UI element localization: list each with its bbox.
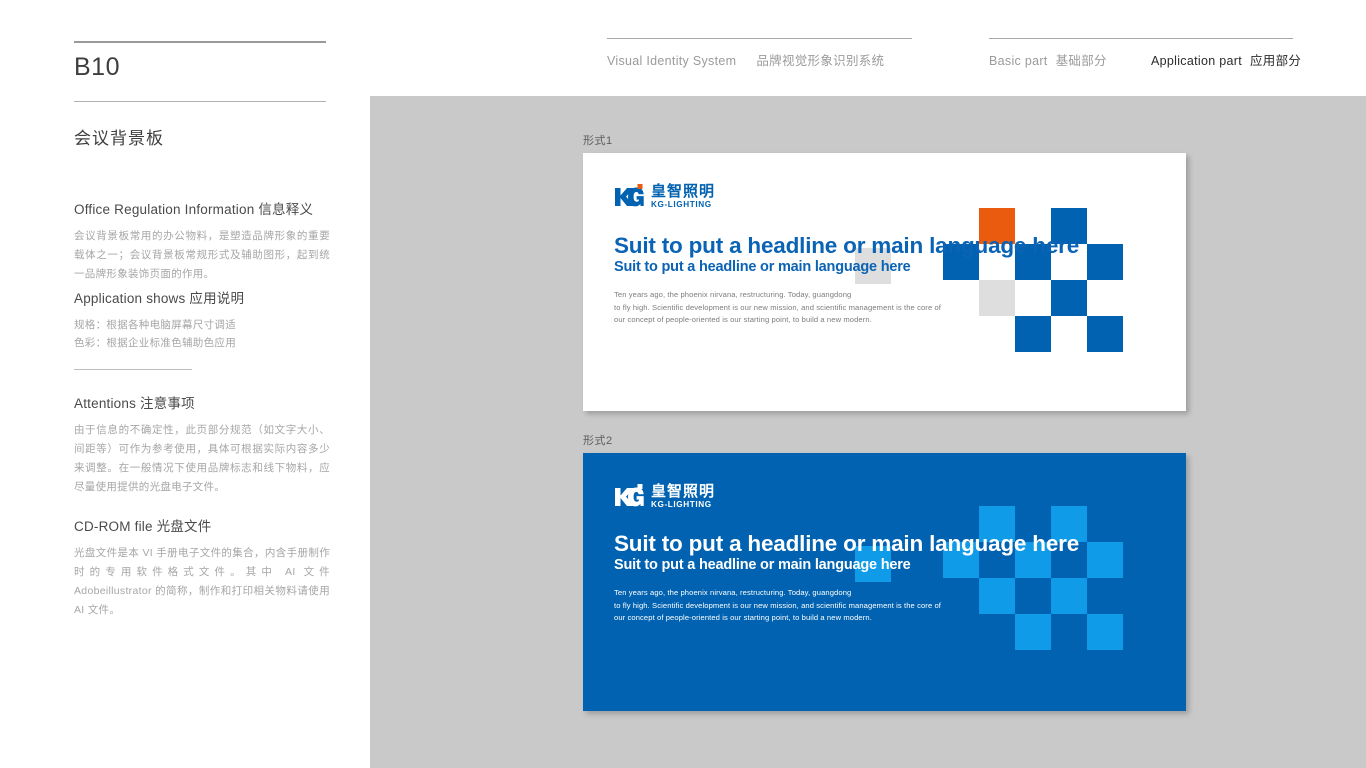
pattern-tile (1087, 542, 1123, 578)
header-label-en: Visual Identity System (607, 54, 737, 68)
header-labels-identity: Visual Identity System 品牌视觉形象识别系统 (607, 50, 884, 69)
pattern-tile (1051, 578, 1087, 614)
info-block-application-shows: Application shows 应用说明 规格：根据各种电脑屏幕尺寸调适 色… (74, 287, 330, 352)
form1-label: 形式1 (583, 135, 613, 147)
block-body: 会议背景板常用的办公物料，是塑造品牌形象的重要载体之一；会议背景板常规形式及辅助… (74, 230, 330, 280)
board1-headline-secondary: Suit to put a headline or main language … (614, 259, 911, 275)
header-labels-basic-part[interactable]: Basic part 基础部分 (989, 50, 1107, 69)
pattern-tile (1087, 244, 1123, 280)
pattern-tile (1087, 614, 1123, 650)
board1-body-copy: Ten years ago, the phoenix nirvana, rest… (614, 290, 942, 325)
pattern-tile (979, 280, 1015, 316)
header-label-application-part-cn: 应用部分 (1249, 54, 1302, 68)
artboard-canvas: 形式1 形式2 皇智照明 KG-LIGHTING Suit to put a h… (370, 96, 1366, 768)
header-rule-right (989, 38, 1293, 39)
block-heading: Application shows 应用说明 (74, 291, 245, 306)
board2-body-copy: Ten years ago, the phoenix nirvana, rest… (614, 588, 942, 623)
brand-name-cn: 皇智照明 (651, 183, 716, 200)
brand-logo-form2: 皇智照明 KG-LIGHTING (614, 484, 715, 510)
board2-headline-secondary: Suit to put a headline or main language … (614, 557, 911, 573)
info-block-office-regulation: Office Regulation Information 信息释义 会议背景板… (74, 198, 330, 284)
board1-headline-primary: Suit to put a headline or main language … (614, 233, 1080, 258)
header-labels-application-part[interactable]: Application part 应用部分 (1151, 50, 1301, 69)
board2-headline-primary: Suit to put a headline or main language … (614, 531, 1080, 556)
brand-name-en: KG-LIGHTING (651, 200, 712, 209)
info-block-attentions: Attentions 注意事项 由于信息的不确定性，此页部分规范（如文字大小、间… (74, 392, 330, 497)
block-heading: CD-ROM file 光盘文件 (74, 519, 212, 534)
backdrop-board-form2[interactable]: 皇智照明 KG-LIGHTING Suit to put a headline … (583, 453, 1186, 711)
header-group-parts: Basic part 基础部分 Application part 应用部分 (989, 38, 1301, 68)
page-title: 会议背景板 (74, 129, 164, 148)
block-body: 由于信息的不确定性，此页部分规范（如文字大小、间距等）可作为参考使用，具体可根据… (74, 424, 330, 493)
header-label-basic-part-en: Basic part (989, 54, 1048, 68)
brand-logo-text-form2: 皇智照明 KG-LIGHTING (651, 484, 715, 510)
block-heading: Attentions 注意事项 (74, 396, 195, 411)
pattern-tile (979, 578, 1015, 614)
block-body: 光盘文件是本 VI 手册电子文件的集合，内含手册制作时的专用软件格式文件。其中 … (74, 547, 330, 616)
header-group-identity: Visual Identity System 品牌视觉形象识别系统 (607, 38, 912, 68)
info-block-cdrom-file: CD-ROM file 光盘文件 光盘文件是本 VI 手册电子文件的集合，内含手… (74, 515, 330, 620)
kg-monogram-icon (614, 484, 644, 510)
brand-logo-text-form1: 皇智照明 KG-LIGHTING (651, 184, 715, 210)
section-separator-rule (74, 369, 192, 370)
kg-monogram-svg (615, 484, 644, 507)
left-info-column: B10 会议背景板 Office Regulation Information … (0, 0, 370, 768)
brand-name-cn: 皇智照明 (651, 483, 716, 500)
brand-logo-form1: 皇智照明 KG-LIGHTING (614, 184, 715, 210)
header-rule-left (607, 38, 912, 39)
page-header: Visual Identity System 品牌视觉形象识别系统 Basic p… (0, 0, 1366, 96)
mid-divider-rule (74, 101, 326, 102)
backdrop-board-form1[interactable]: 皇智照明 KG-LIGHTING Suit to put a headline … (583, 153, 1186, 411)
pattern-tile (1051, 280, 1087, 316)
block-heading: Office Regulation Information 信息释义 (74, 202, 314, 217)
header-label-basic-part-cn: 基础部分 (1055, 54, 1107, 68)
kg-monogram-icon (614, 184, 644, 210)
brand-name-en: KG-LIGHTING (651, 500, 712, 509)
header-label-cn: 品牌视觉形象识别系统 (756, 54, 885, 68)
pattern-tile (1015, 316, 1051, 352)
block-body: 规格：根据各种电脑屏幕尺寸调适 色彩：根据企业标准色辅助色应用 (74, 319, 236, 349)
pattern-tile (1015, 614, 1051, 650)
pattern-tile (1087, 316, 1123, 352)
form2-label: 形式2 (583, 435, 613, 447)
header-label-application-part-en: Application part (1151, 54, 1242, 68)
kg-monogram-svg (615, 184, 644, 207)
